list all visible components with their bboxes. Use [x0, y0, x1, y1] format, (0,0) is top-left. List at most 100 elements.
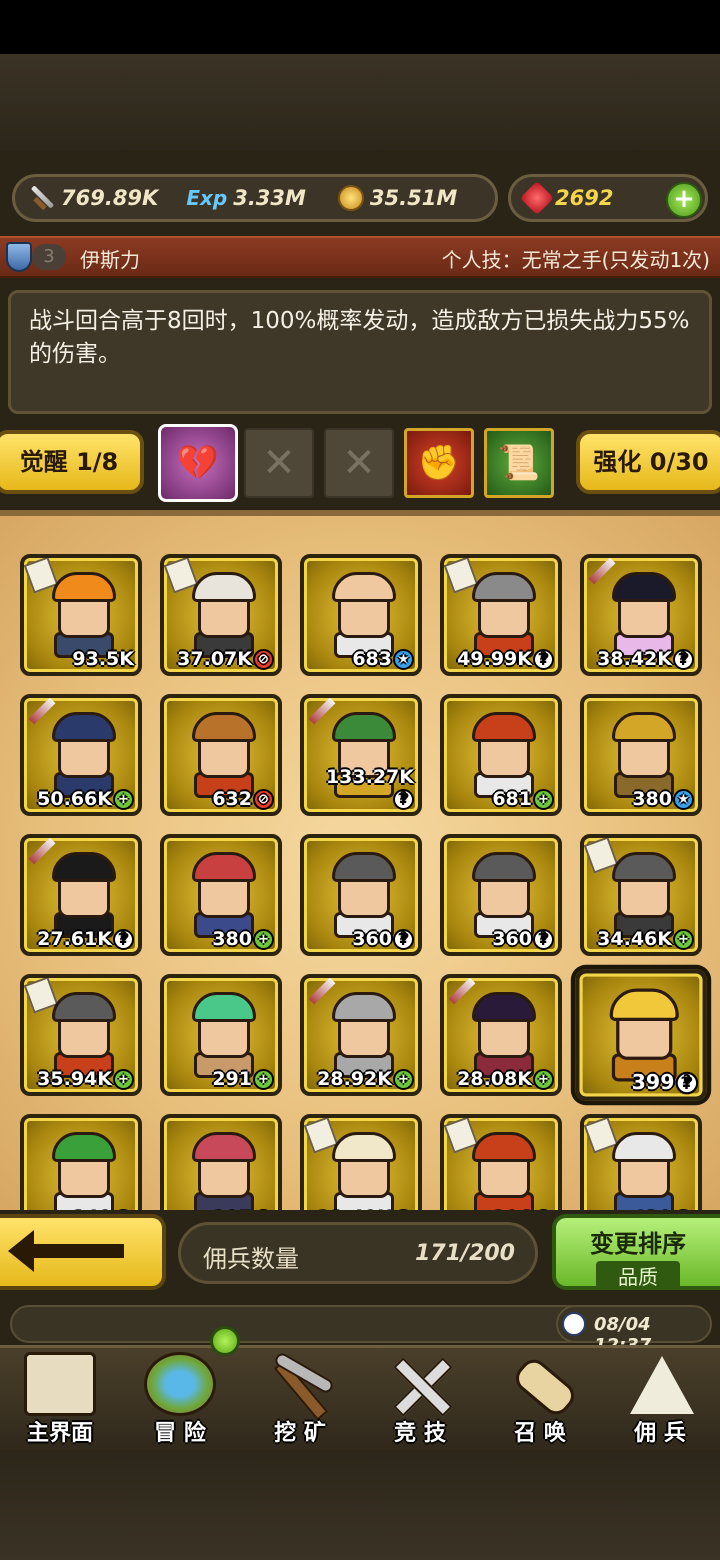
nav-mercenary[interactable]: 佣 兵 — [600, 1348, 720, 1453]
count-label: 佣兵数量 — [203, 1245, 299, 1273]
mercenary-power: 430⊘ — [586, 1208, 694, 1210]
count-value: 171/200 — [415, 1241, 515, 1266]
mercenary-power: 681 + — [446, 788, 554, 810]
power-value: 632 — [212, 788, 252, 810]
mercenary-power: 28.92K + — [306, 1068, 414, 1090]
awaken-button[interactable]: 觉醒 1/8 — [0, 430, 144, 494]
sort-button[interactable]: 变更排序 品质 — [552, 1214, 720, 1290]
mercenary-card[interactable]: 380 + — [160, 834, 282, 956]
mercenary-hair — [192, 1132, 256, 1162]
mercenary-hair — [332, 572, 396, 602]
nav-main[interactable]: 主界面 — [0, 1348, 120, 1453]
weapon-icon — [28, 698, 56, 725]
enhance-button[interactable]: 强化 0/30 — [576, 430, 720, 494]
exp-resource: Exp 3.33M — [186, 186, 306, 210]
mercenary-card[interactable]: 38.42K? — [580, 554, 702, 676]
mercenary-card[interactable]: 133.27K? — [300, 694, 422, 816]
hero-name-bar: 3 伊斯力 个人技：无常之手(只发动1次) — [0, 236, 720, 278]
clock-box: 08/04 12:37 — [556, 1305, 712, 1356]
mercenary-card[interactable]: 50.66K + — [20, 694, 142, 816]
power-value: 360 — [492, 928, 532, 950]
status-badge-icon: ? — [533, 649, 554, 670]
nav-arena-label: 竞 技 — [394, 1421, 446, 1446]
power-value: 133.27K — [325, 766, 414, 788]
mercenary-card[interactable]: 291 + — [160, 974, 282, 1096]
mercenary-power: 93.5K — [26, 648, 134, 670]
gold-resource: 35.51M — [337, 185, 458, 211]
nav-mining[interactable]: 挖 矿 — [240, 1348, 360, 1453]
mercenary-card[interactable]: 399? — [575, 969, 707, 1101]
mercenary-hair — [332, 992, 396, 1022]
weapon-icon — [588, 558, 616, 585]
gem-icon — [520, 181, 554, 215]
mercenary-hair — [472, 712, 536, 742]
mercenary-card[interactable]: 297★ — [160, 1114, 282, 1210]
status-badge-icon: ? — [533, 1209, 554, 1210]
mercenary-power: 38.42K? — [586, 648, 694, 670]
tent-icon — [624, 1352, 696, 1416]
mercenary-card[interactable]: 35.94K + — [20, 974, 142, 1096]
mercenary-card[interactable]: 632 ⊘ — [160, 694, 282, 816]
mercenary-card[interactable]: 296? — [440, 1114, 562, 1210]
mercenary-hair — [472, 992, 536, 1022]
weapon-icon — [448, 978, 476, 1005]
awaken-slot-empty-1[interactable]: ✕ — [244, 428, 314, 498]
mercenary-card[interactable]: 681 + — [440, 694, 562, 816]
mercenary-power: 399? — [582, 1071, 699, 1095]
attack-resource: 769.89K — [29, 185, 158, 211]
mercenary-card[interactable]: 28.92K + — [300, 974, 422, 1096]
pickaxe-icon — [264, 1350, 336, 1421]
coin-icon — [337, 185, 364, 211]
mercenary-card[interactable]: 28.08K + — [440, 974, 562, 1096]
gold-value: 35.51M — [369, 186, 458, 210]
mercenary-card[interactable]: 33.49K⊘ — [300, 1114, 422, 1210]
mercenary-power: 296? — [446, 1208, 554, 1210]
power-value: 681 — [492, 788, 532, 810]
mercenary-power: 360? — [306, 928, 414, 950]
awaken-slot-fist[interactable]: ✊ — [404, 428, 474, 498]
power-value: 49.99K — [457, 648, 532, 670]
mercenary-hair — [332, 1132, 396, 1162]
mercenary-power: 37.07K ⊘ — [166, 648, 274, 670]
mercenary-hair — [52, 992, 116, 1022]
status-badge-icon: + — [533, 1069, 554, 1090]
status-badge-icon: ⊘ — [393, 1209, 414, 1210]
nav-adventure[interactable]: 冒 险 — [120, 1348, 240, 1453]
mercenary-card[interactable]: 27.61K? — [20, 834, 142, 956]
broken-heart-icon: 💔 — [176, 443, 220, 483]
sword-icon — [29, 185, 55, 211]
status-badge-icon: ★ — [393, 649, 414, 670]
nav-main-label: 主界面 — [26, 1421, 93, 1446]
crossed-swords-icon — [384, 1352, 456, 1417]
mercenary-card[interactable]: 249+ — [20, 1114, 142, 1210]
status-badge-icon: ⊘ — [253, 789, 274, 810]
mercenary-hair — [52, 572, 116, 602]
status-badge-icon: + — [113, 789, 134, 810]
mercenary-power: 50.66K + — [26, 788, 134, 810]
mercenary-hair — [52, 1132, 116, 1162]
add-gems-button[interactable]: + — [666, 182, 702, 218]
awaken-slot-scroll[interactable]: 📜 — [484, 428, 554, 498]
mercenary-card[interactable]: 430⊘ — [580, 1114, 702, 1210]
power-value: 35.94K — [37, 1068, 112, 1090]
status-badge-icon: ? — [533, 929, 554, 950]
mercenary-card[interactable]: 37.07K ⊘ — [160, 554, 282, 676]
nav-summon[interactable]: 召 唤 — [480, 1348, 600, 1453]
mercenary-card[interactable]: 360? — [300, 834, 422, 956]
power-value: 38.42K — [597, 648, 672, 670]
sort-title: 变更排序 — [590, 1230, 686, 1258]
mercenary-power: 49.99K? — [446, 648, 554, 670]
attack-value: 769.89K — [61, 186, 159, 210]
mercenary-card[interactable]: 683 ★ — [300, 554, 422, 676]
mercenary-card[interactable]: 360? — [440, 834, 562, 956]
back-button[interactable] — [0, 1214, 166, 1290]
power-value: 33.49K — [317, 1208, 392, 1210]
sort-mode: 品质 — [596, 1261, 680, 1290]
mercenary-card[interactable]: 49.99K? — [440, 554, 562, 676]
awaken-slot-empty-2[interactable]: ✕ — [324, 428, 394, 498]
mercenary-card[interactable]: 93.5K — [20, 554, 142, 676]
mercenary-card[interactable]: 34.46K + — [580, 834, 702, 956]
nav-arena[interactable]: 竞 技 — [360, 1348, 480, 1453]
mercenary-card[interactable]: 380 ★ — [580, 694, 702, 816]
awaken-slot-heart[interactable]: 💔 — [158, 424, 238, 502]
